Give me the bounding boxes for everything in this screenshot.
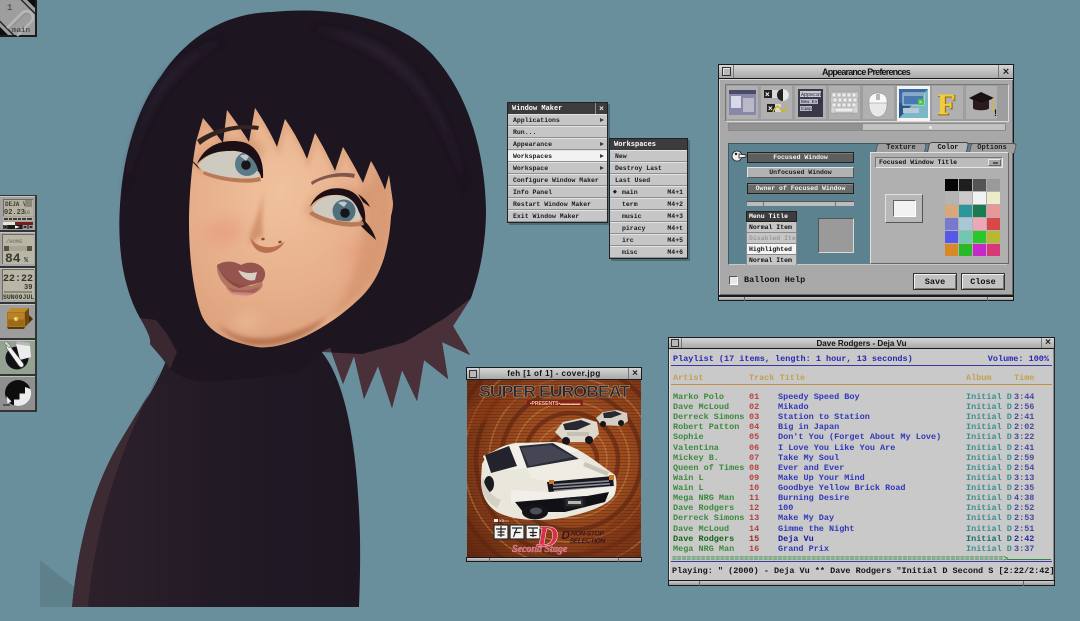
svg-text:DEJA V: DEJA V [5, 201, 27, 208]
svg-text:Gimp: Gimp [801, 106, 812, 112]
svg-text:84: 84 [5, 251, 21, 266]
svg-text:×: × [768, 104, 773, 113]
svg-text:/HOME: /HOME [6, 238, 23, 245]
svg-text:SUN09JUL: SUN09JUL [3, 294, 34, 301]
svg-text:02.23: 02.23 [4, 209, 25, 217]
svg-text:Second Stage: Second Stage [512, 544, 568, 555]
svg-text:NON-STOP: NON-STOP [570, 531, 605, 538]
svg-text:▪PRESENTS▪▬▬▬▬: ▪PRESENTS▪▬▬▬▬ [530, 401, 581, 407]
svg-text:×: × [765, 90, 770, 99]
svg-text:16: 16 [24, 210, 30, 216]
svg-text:×: × [919, 100, 922, 106]
svg-text:F: F [937, 88, 955, 121]
svg-text:1: 1 [7, 3, 13, 13]
svg-text:SUPER EUROBEAT: SUPER EUROBEAT [479, 382, 631, 401]
svg-text:УЗ⌂⌂: УЗ⌂⌂ [499, 518, 509, 523]
svg-text:Appecat: Appecat [801, 92, 822, 98]
svg-text:39: 39 [24, 284, 32, 292]
svg-text:!: ! [994, 108, 997, 118]
svg-text:SELECTION: SELECTION [569, 538, 606, 545]
svg-text:New Entr: New Entr [801, 99, 823, 105]
svg-text:main: main [12, 27, 31, 35]
